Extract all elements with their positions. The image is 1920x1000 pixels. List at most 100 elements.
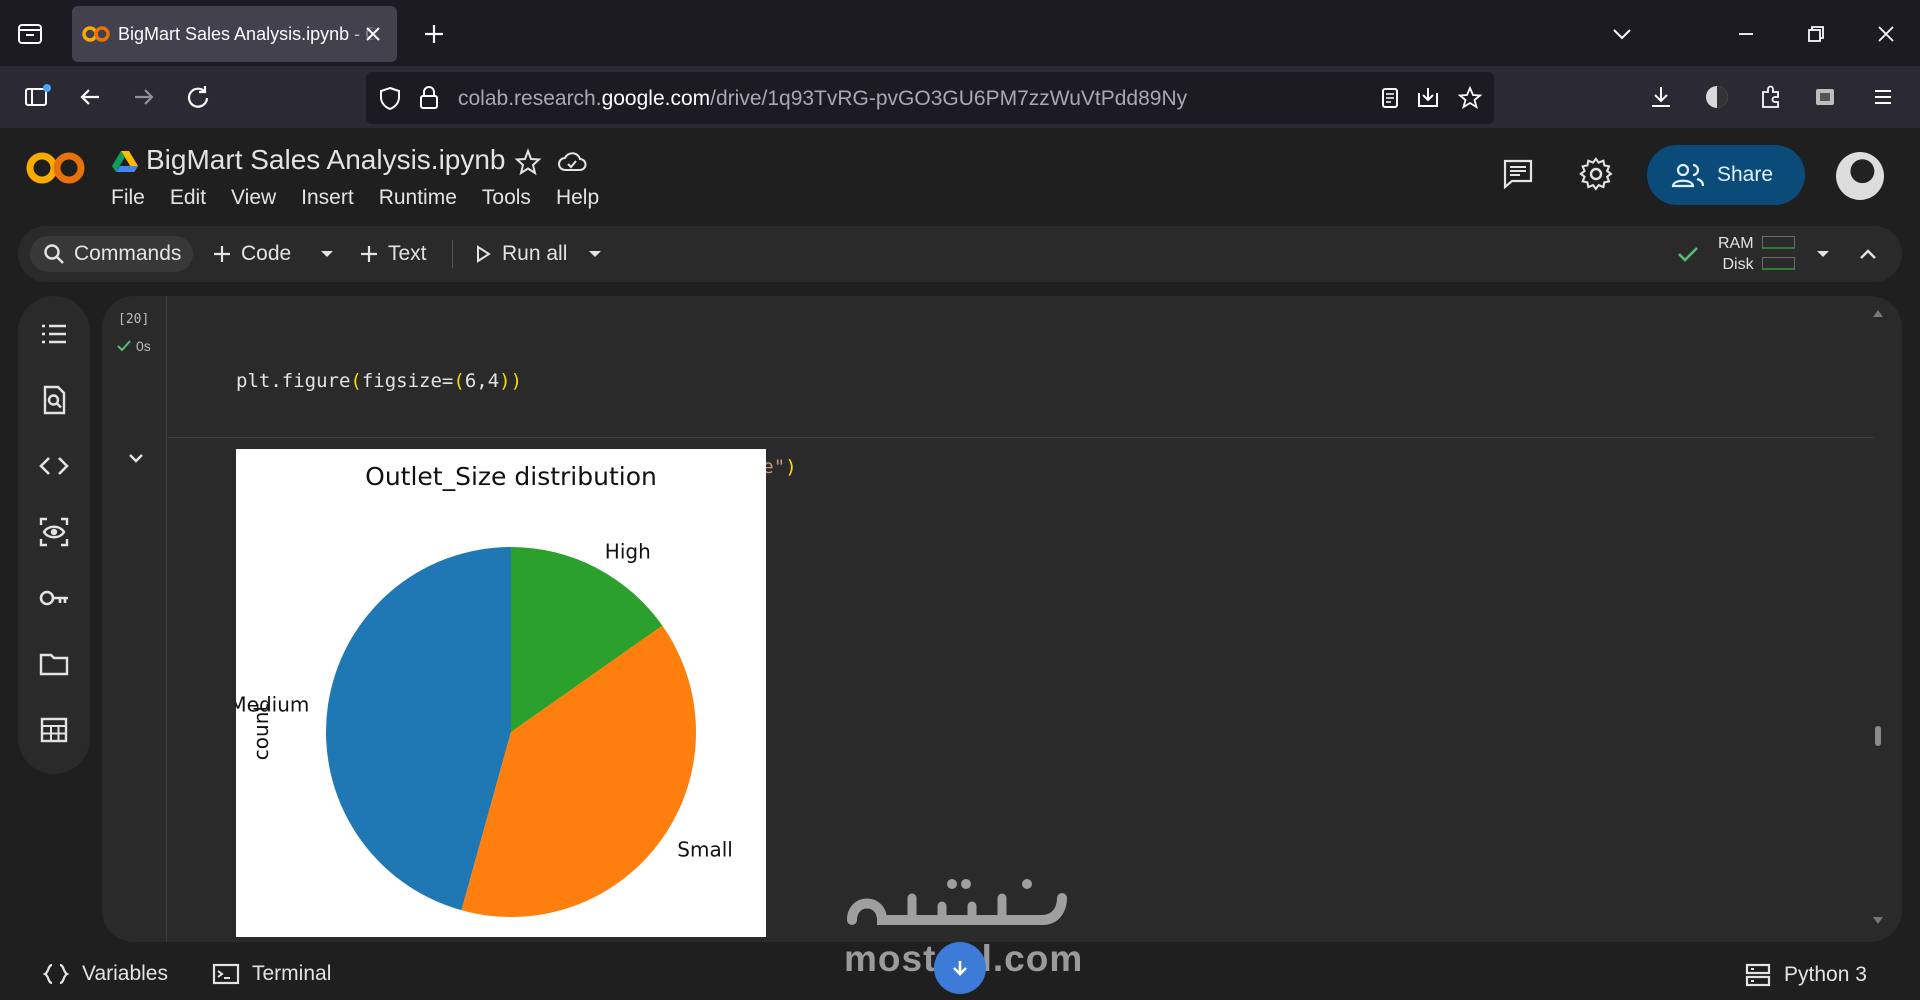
disk-meter: [1762, 257, 1795, 270]
ram-label: RAM: [1718, 235, 1754, 252]
execution-status: 0s: [116, 338, 151, 354]
reader-view-icon[interactable]: [1376, 84, 1404, 112]
output-scrollbar-thumb[interactable]: [1875, 726, 1881, 746]
restore-window-icon[interactable]: [1800, 18, 1832, 50]
tracking-shield-icon[interactable]: [376, 84, 404, 112]
run-all-button[interactable]: Run all: [472, 236, 567, 272]
sidebar-toggle-icon[interactable]: [20, 80, 54, 114]
downloads-icon[interactable]: [1644, 80, 1678, 114]
share-button[interactable]: Share: [1647, 145, 1805, 205]
cloud-saved-icon[interactable]: [556, 148, 588, 176]
bookmark-star-icon[interactable]: [1456, 84, 1484, 112]
colab-header: BigMart Sales Analysis.ipynb File Edit V…: [0, 128, 1920, 224]
account-avatar-icon[interactable]: [1700, 80, 1734, 114]
code-line: plt.figure(figsize=(6,4)): [236, 370, 523, 392]
plus-icon: [361, 246, 377, 262]
terminal-button[interactable]: Terminal: [212, 962, 331, 986]
scroll-down-arrow-icon[interactable]: [1872, 916, 1884, 926]
colab-logo-icon[interactable]: [24, 148, 88, 188]
arrow-down-icon: [953, 961, 967, 976]
extension-icon[interactable]: [1808, 80, 1842, 114]
google-drive-icon[interactable]: [112, 150, 138, 172]
close-window-icon[interactable]: [1870, 18, 1902, 50]
browser-tab-active[interactable]: BigMart Sales Analysis.ipynb - Colab: [72, 6, 397, 62]
new-tab-icon[interactable]: [418, 18, 450, 50]
variable-inspector-icon[interactable]: [38, 516, 70, 548]
extensions-puzzle-icon[interactable]: [1754, 80, 1788, 114]
tab-title: BigMart Sales Analysis.ipynb - Colab: [118, 23, 378, 44]
terminal-icon: [212, 963, 240, 985]
pie-label-small: Small: [677, 837, 733, 861]
data-table-icon[interactable]: [38, 714, 70, 746]
scroll-up-arrow-icon[interactable]: [1872, 308, 1884, 318]
ram-meter: [1762, 236, 1795, 249]
resource-indicator[interactable]: RAM Disk: [1718, 233, 1754, 275]
forward-arrow-icon[interactable]: [127, 80, 161, 114]
files-folder-icon[interactable]: [38, 648, 70, 680]
collapse-header-chevron-icon[interactable]: [1856, 242, 1880, 266]
code-snippets-icon[interactable]: [38, 450, 70, 482]
hamburger-menu-icon[interactable]: [1866, 80, 1900, 114]
pie-chart-output: Outlet_Size distribution count Medium Sma…: [236, 449, 766, 937]
text-label: Text: [388, 242, 427, 265]
run-all-dropdown-caret-icon[interactable]: [586, 246, 604, 262]
code-dropdown-caret-icon[interactable]: [318, 246, 336, 262]
watermark-arabic-glyph: [847, 879, 1067, 925]
browser-tab-bar: BigMart Sales Analysis.ipynb - Colab: [0, 0, 1920, 66]
share-label: Share: [1717, 163, 1774, 186]
code-label: Code: [241, 242, 292, 265]
menu-view[interactable]: View: [231, 186, 276, 210]
variables-button[interactable]: Variables: [42, 962, 168, 986]
curly-braces-icon: [42, 963, 70, 985]
comments-icon[interactable]: [1500, 156, 1536, 190]
connected-check-icon[interactable]: [1674, 240, 1702, 268]
commands-button[interactable]: Commands: [30, 236, 194, 272]
toolbar-divider: [452, 240, 453, 268]
plus-icon: [214, 246, 230, 262]
add-text-button[interactable]: Text: [358, 236, 427, 272]
pie-slices: [325, 547, 696, 917]
collapse-output-chevron-icon[interactable]: [124, 446, 148, 470]
close-tab-icon[interactable]: [361, 22, 385, 46]
address-bar[interactable]: colab.research.google.com/drive/1q93TvRG…: [366, 72, 1494, 124]
reload-icon[interactable]: [181, 80, 215, 114]
notebook-toolbar: Commands Code Text Run all RAM Disk: [18, 226, 1902, 282]
find-replace-icon[interactable]: [38, 384, 70, 416]
star-icon[interactable]: [514, 148, 542, 176]
commands-label: Commands: [74, 242, 182, 265]
browser-nav-bar: colab.research.google.com/drive/1q93TvRG…: [0, 66, 1920, 128]
menu-edit[interactable]: Edit: [170, 186, 206, 210]
tab-overflow-chevron-icon[interactable]: [1606, 18, 1638, 50]
execution-time: 0s: [136, 338, 151, 354]
table-of-contents-icon[interactable]: [38, 318, 70, 350]
scroll-to-bottom-button[interactable]: [934, 942, 986, 994]
colab-icon: [82, 26, 110, 42]
server-icon: [1745, 963, 1771, 987]
menu-file[interactable]: File: [111, 186, 145, 210]
notebook-title[interactable]: BigMart Sales Analysis.ipynb: [146, 144, 506, 176]
runtime-dropdown-caret-icon[interactable]: [1814, 246, 1832, 262]
save-page-icon[interactable]: [1414, 84, 1442, 112]
back-arrow-icon[interactable]: [73, 80, 107, 114]
menu-tools[interactable]: Tools: [482, 186, 531, 210]
disk-label: Disk: [1722, 256, 1754, 273]
secrets-key-icon[interactable]: [38, 582, 70, 614]
execution-count[interactable]: [20]: [118, 312, 149, 327]
tab-list-icon[interactable]: [14, 18, 46, 50]
people-icon: [1671, 163, 1705, 188]
menu-help[interactable]: Help: [556, 186, 599, 210]
menu-bar: File Edit View Insert Runtime Tools Help: [111, 186, 599, 210]
add-code-button[interactable]: Code: [211, 236, 291, 272]
lock-icon[interactable]: [416, 84, 442, 112]
user-avatar[interactable]: [1836, 152, 1884, 200]
runtime-type-button[interactable]: Python 3: [1744, 962, 1867, 988]
pie-chart-svg: Outlet_Size distribution count MediumSma…: [236, 462, 733, 917]
code-cell[interactable]: [20] 0s plt.figure(figsize=(6,4)) df["Ou…: [102, 296, 1902, 942]
play-icon: [477, 245, 491, 263]
url-text[interactable]: colab.research.google.com/drive/1q93TvRG…: [458, 87, 1187, 111]
minimize-window-icon[interactable]: [1730, 18, 1762, 50]
cell-gutter-divider: [166, 296, 167, 942]
menu-runtime[interactable]: Runtime: [379, 186, 457, 210]
menu-insert[interactable]: Insert: [301, 186, 354, 210]
settings-gear-icon[interactable]: [1578, 156, 1614, 192]
